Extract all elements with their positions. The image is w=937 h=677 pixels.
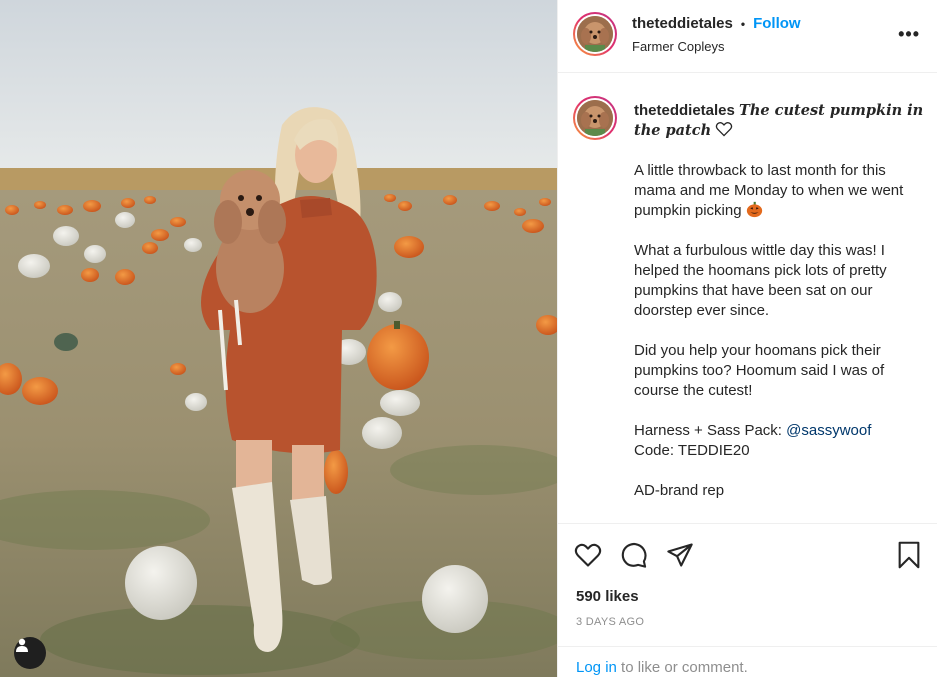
actions-section: 590 likes 3 DAYS AGO Log in to like or c… bbox=[558, 523, 937, 677]
dog-avatar-image bbox=[577, 16, 613, 52]
caption-paragraph-1-text: A little throwback to last month for thi… bbox=[634, 162, 904, 219]
caption-username[interactable]: theteddietales bbox=[634, 102, 735, 119]
post-header: theteddietales • Follow Farmer Copleys •… bbox=[558, 0, 937, 73]
separator-dot: • bbox=[740, 16, 746, 31]
instagram-post: theteddietales • Follow Farmer Copleys •… bbox=[0, 0, 937, 677]
likes-count[interactable]: 590 likes bbox=[576, 588, 639, 605]
caption-paragraph-1: A little throwback to last month for thi… bbox=[634, 161, 929, 221]
like-button[interactable] bbox=[573, 540, 603, 570]
pumpkin-patch-photo bbox=[0, 0, 557, 677]
login-link[interactable]: Log in bbox=[576, 659, 617, 676]
share-icon bbox=[667, 543, 693, 567]
comment-prompt-text: to like or comment. bbox=[616, 659, 748, 676]
heart-icon bbox=[574, 543, 602, 567]
caption-avatar[interactable] bbox=[573, 96, 617, 140]
comment-prompt: Log in to like or comment. bbox=[558, 646, 937, 677]
share-button[interactable] bbox=[665, 540, 695, 570]
mention-link[interactable]: @sassywoof bbox=[786, 422, 871, 439]
username-link[interactable]: theteddietales bbox=[632, 15, 733, 32]
caption-area: theteddietales The cutest pumpkin in the… bbox=[558, 74, 937, 523]
user-tag-icon bbox=[16, 638, 28, 652]
post-photo[interactable] bbox=[0, 0, 557, 677]
caption-paragraph-4: Harness + Sass Pack: @sassywoof Code: TED… bbox=[634, 421, 929, 461]
caption-paragraph-2: What a furbulous wittle day this was! I … bbox=[634, 242, 887, 319]
comment-icon bbox=[621, 542, 647, 568]
bookmark-icon bbox=[898, 541, 920, 569]
more-options-button[interactable]: ••• bbox=[898, 24, 920, 45]
caption-text: theteddietales The cutest pumpkin in the… bbox=[634, 101, 929, 501]
post-timestamp[interactable]: 3 DAYS AGO bbox=[576, 616, 644, 628]
follow-button[interactable]: Follow bbox=[753, 15, 801, 32]
harness-label: Harness + Sass Pack: bbox=[634, 422, 787, 439]
discount-code: Code: TEDDIE20 bbox=[634, 442, 750, 459]
user-tag-button[interactable] bbox=[14, 637, 46, 669]
white-heart-icon bbox=[716, 122, 733, 137]
avatar[interactable] bbox=[573, 12, 617, 56]
location-link[interactable]: Farmer Copleys bbox=[632, 39, 724, 54]
more-icon: ••• bbox=[898, 24, 920, 44]
post-side-panel: theteddietales • Follow Farmer Copleys •… bbox=[557, 0, 937, 677]
comment-button[interactable] bbox=[619, 540, 649, 570]
header-user-line: theteddietales • Follow bbox=[632, 15, 801, 32]
dog-avatar-image bbox=[577, 100, 613, 136]
jack-o-lantern-icon bbox=[746, 201, 762, 218]
caption-paragraph-5: AD-brand rep bbox=[634, 482, 725, 499]
save-button[interactable] bbox=[894, 540, 924, 570]
caption-paragraph-3: Did you help your hoomans pick their pum… bbox=[634, 342, 885, 399]
